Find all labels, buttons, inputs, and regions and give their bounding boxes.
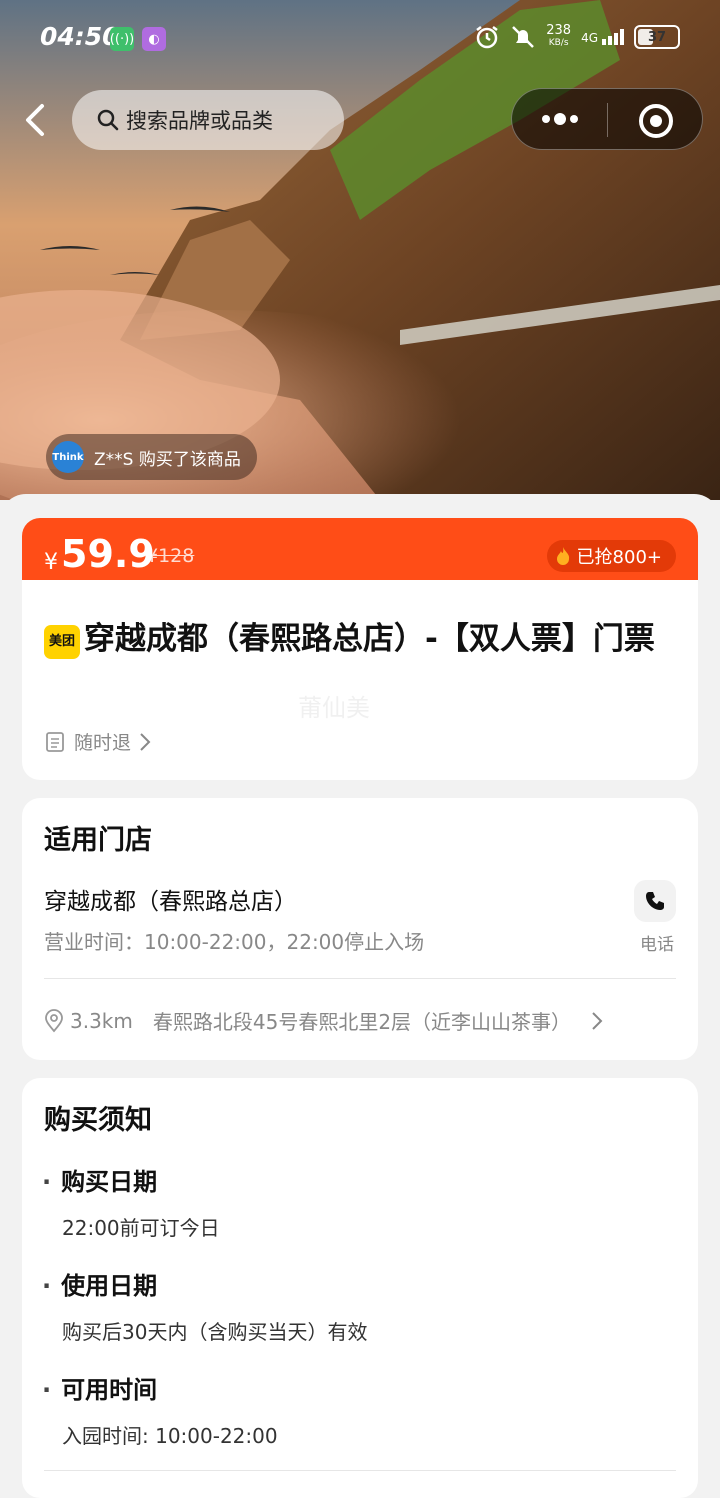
search-icon — [97, 109, 119, 131]
store-hours: 营业时间：10:00-22:00，22:00停止入场 — [44, 930, 425, 954]
product-info-card: 美团 穿越成都（春熙路总店）-【双人票】门票 莆仙美 随时退 — [22, 580, 698, 780]
meituan-badge: 美团 — [44, 625, 80, 659]
signal-icon: 4G — [581, 29, 624, 45]
notice-item-value: 22:00前可订今日 — [62, 1216, 220, 1240]
refund-policy[interactable]: 随时退 — [44, 728, 151, 755]
store-heading: 适用门店 — [44, 825, 152, 856]
product-title: 美团 穿越成都（春熙路总店）-【双人票】门票 — [44, 616, 680, 662]
store-distance: 3.3km — [70, 1008, 133, 1033]
document-icon — [46, 731, 64, 752]
buyer-text: Z**S 购买了该商品 — [94, 449, 241, 470]
battery-icon: 37 — [634, 25, 680, 49]
phone-icon — [646, 892, 664, 910]
status-bar: 04:50 ((·)) ◐ 238 KB/s 4G 37 — [0, 0, 720, 78]
capsule-divider — [607, 103, 608, 137]
battery-level: 37 — [647, 29, 667, 45]
net-speed-value: 238 — [546, 23, 572, 38]
net-speed: 238 KB/s — [546, 23, 572, 49]
notice-heading: 购买须知 — [44, 1105, 152, 1136]
chevron-right-icon — [592, 1011, 603, 1030]
chevron-right-icon — [140, 732, 151, 751]
status-time: 04:50 — [40, 22, 120, 51]
divider — [44, 978, 676, 979]
recent-buyer-badge: Think Z**S 购买了该商品 — [46, 434, 257, 480]
alarm-icon — [476, 26, 498, 49]
refund-label: 随时退 — [74, 732, 132, 754]
hero-image[interactable]: 04:50 ((·)) ◐ 238 KB/s 4G 37 搜索品牌或品类 Thi… — [0, 0, 720, 500]
purchase-notice-card: 购买须知 购买日期 22:00前可订今日 使用日期 购买后30天内（含购买当天）… — [22, 1078, 698, 1498]
mute-bell-icon — [512, 26, 535, 48]
net-speed-unit: KB/s — [548, 38, 569, 48]
app-notification-icon: ◐ — [142, 27, 166, 51]
search-input[interactable]: 搜索品牌或品类 — [72, 90, 344, 150]
notice-item-label: 可用时间 — [42, 1370, 157, 1405]
avatar: Think — [52, 441, 84, 473]
close-miniprogram-icon[interactable] — [638, 103, 674, 139]
call-label[interactable]: 电话 — [640, 930, 674, 955]
currency-symbol: ¥ — [44, 550, 58, 575]
miniprogram-capsule — [511, 88, 703, 150]
search-placeholder: 搜索品牌或品类 — [126, 109, 273, 133]
sold-count: 已抢800+ — [576, 547, 662, 568]
product-title-text: 穿越成都（春熙路总店）-【双人票】门票 — [84, 621, 655, 657]
hotspot-icon: ((·)) — [110, 27, 134, 51]
signal-type: 4G — [581, 31, 598, 45]
notice-item-label: 购买日期 — [42, 1162, 157, 1197]
divider — [44, 1470, 676, 1471]
more-icon[interactable] — [540, 111, 580, 127]
store-address-row[interactable]: 3.3km 春熙路北段45号春熙北里2层（近李山山茶事） — [44, 1006, 603, 1035]
current-price: 59.9 — [61, 532, 155, 576]
store-address: 春熙路北段45号春熙北里2层（近李山山茶事） — [152, 1010, 572, 1034]
location-pin-icon — [45, 1008, 63, 1032]
fire-icon — [556, 547, 569, 565]
sold-badge: 已抢800+ — [546, 540, 676, 572]
watermark: 莆仙美 — [298, 694, 370, 722]
store-card: 适用门店 穿越成都（春熙路总店） 营业时间：10:00-22:00，22:00停… — [22, 798, 698, 1060]
store-name[interactable]: 穿越成都（春熙路总店） — [44, 882, 297, 916]
back-icon[interactable] — [18, 102, 52, 138]
notice-item-value: 购买后30天内（含购买当天）有效 — [62, 1320, 368, 1344]
notice-item-label: 使用日期 — [42, 1266, 157, 1301]
call-button[interactable] — [634, 880, 676, 922]
notice-item-value: 入园时间: 10:00-22:00 — [62, 1424, 278, 1448]
original-price: ¥128 — [146, 545, 195, 567]
